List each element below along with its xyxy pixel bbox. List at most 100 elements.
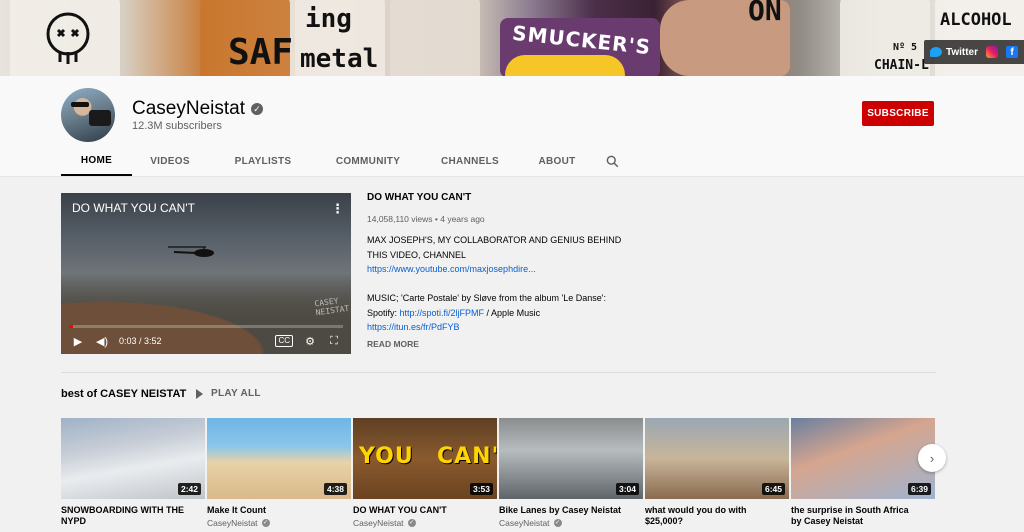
banner-text: Nº 5 [893, 42, 918, 53]
video-card[interactable]: 4:38 Make It Count CaseyNeistat ✓ [207, 418, 351, 528]
video-title-line2[interactable]: NYPD [61, 516, 205, 527]
duration-badge: 2:42 [177, 483, 201, 495]
video-title[interactable]: DO WHAT YOU CAN'T [353, 505, 497, 516]
video-card[interactable]: 6:39 the surprise in South Africa by Cas… [791, 418, 935, 528]
tab-home[interactable]: HOME [61, 146, 132, 176]
verified-icon: ✓ [553, 519, 562, 527]
player-controls: ▶ ◀) 0:03 / 3:52 CC ⚙ ⛶ [61, 328, 351, 354]
tab-videos[interactable]: VIDEOS [132, 146, 208, 176]
itunes-link[interactable]: https://itun.es/fr/PdFYB [367, 322, 460, 332]
settings-gear-icon[interactable]: ⚙ [303, 335, 317, 348]
video-shelf: 2:42 SNOWBOARDING WITH THE NYPD 4:38 Mak… [61, 418, 935, 528]
featured-description: DO WHAT YOU CAN'T 14,058,110 views • 4 y… [367, 193, 637, 349]
view-count: 14,058,110 views [367, 214, 433, 224]
verified-icon: ✓ [261, 519, 270, 527]
banner-text: ALCOHOL [940, 10, 1012, 30]
video-title[interactable]: what would you do with [645, 505, 789, 516]
twitter-icon [929, 47, 942, 57]
duration-badge: 3:04 [615, 483, 639, 495]
channel-link[interactable]: CaseyNeistat [207, 518, 258, 528]
helicopter-image [168, 246, 214, 257]
thumbnail-text: CAN'T [437, 444, 497, 469]
video-card[interactable]: 6:45 what would you do with $25,000? [645, 418, 789, 528]
section-divider [61, 372, 936, 373]
twitter-link[interactable]: Twitter [929, 46, 978, 58]
channel-name: CaseyNeistat [132, 98, 245, 119]
skull-doodle [46, 12, 90, 64]
video-title[interactable]: Make It Count [207, 505, 351, 516]
play-all-button[interactable]: PLAY ALL [196, 388, 261, 399]
banner-text: CHAIN-L [874, 58, 929, 73]
shelf-title[interactable]: best of CASEY NEISTAT [61, 388, 186, 400]
channel-title: CaseyNeistat ✓ [132, 98, 263, 120]
chevron-right-icon[interactable]: › [918, 444, 946, 472]
banner-can-band [505, 55, 625, 76]
video-title[interactable]: SNOWBOARDING WITH THE [61, 505, 205, 516]
banner-text: SAF [228, 32, 294, 73]
volume-icon[interactable]: ◀) [95, 335, 109, 348]
subscriber-count: 12.3M subscribers [132, 120, 222, 132]
video-channel[interactable]: CaseyNeistat ✓ [499, 518, 643, 528]
banner-text: ON [748, 0, 782, 27]
spotify-link[interactable]: http://spoti.fi/2ljFPMF [400, 308, 485, 318]
video-title[interactable]: Bike Lanes by Casey Neistat [499, 505, 643, 516]
video-thumbnail[interactable]: 2:42 [61, 418, 205, 499]
video-title[interactable]: the surprise in South Africa [791, 505, 935, 516]
video-thumbnail[interactable]: 3:04 [499, 418, 643, 499]
search-icon [606, 155, 618, 167]
spotify-label: Spotify: [367, 307, 400, 318]
time-display: 0:03 / 3:52 [119, 336, 162, 346]
social-links: Twitter f [923, 40, 1024, 64]
apple-music-label: / Apple Music [484, 307, 541, 318]
fullscreen-icon[interactable]: ⛶ [327, 335, 341, 348]
banner-can-label: SMUCKER'S [511, 20, 653, 60]
player-title[interactable]: DO WHAT YOU CAN'T [72, 201, 195, 215]
tab-playlists[interactable]: PLAYLISTS [208, 146, 318, 176]
description-link[interactable]: https://www.youtube.com/maxjosephdire... [367, 264, 536, 274]
more-options-icon[interactable]: ⋮ [331, 201, 344, 217]
captions-button[interactable]: CC [275, 335, 293, 347]
banner-jar [390, 0, 480, 76]
avatar-glasses [71, 102, 89, 107]
video-card[interactable]: 3:04 Bike Lanes by Casey Neistat CaseyNe… [499, 418, 643, 528]
video-channel[interactable]: CaseyNeistat ✓ [207, 518, 351, 528]
description-line: THIS VIDEO, CHANNEL [367, 249, 467, 260]
channel-link[interactable]: CaseyNeistat [353, 518, 404, 528]
verified-icon: ✓ [407, 519, 416, 527]
video-channel[interactable]: CaseyNeistat ✓ [353, 518, 497, 528]
video-title-line2[interactable]: $25,000? [645, 516, 789, 527]
tab-channels[interactable]: CHANNELS [418, 146, 522, 176]
video-card[interactable]: YOU CAN'T 3:53 DO WHAT YOU CAN'T CaseyNe… [353, 418, 497, 528]
twitter-label: Twitter [945, 46, 978, 58]
channel-banner: SMUCKER'S SAF ing metal ON ALCOHOL Nº 5 … [0, 0, 1024, 76]
avatar-camera [89, 110, 111, 126]
duration-badge: 6:45 [761, 483, 785, 495]
play-all-label: PLAY ALL [211, 388, 261, 399]
subscribe-button[interactable]: SUBSCRIBE [862, 101, 934, 126]
video-thumbnail[interactable]: 6:39 [791, 418, 935, 499]
banner-text: ing [305, 4, 352, 34]
description-line: MAX JOSEPH'S, MY COLLABORATOR AND GENIUS… [367, 235, 622, 245]
video-title-line2[interactable]: by Casey Neistat [791, 516, 935, 527]
tab-community[interactable]: COMMUNITY [318, 146, 418, 176]
featured-video-player[interactable]: DO WHAT YOU CAN'T ⋮ CASEY NEISTAT ▶ ◀) 0… [61, 193, 351, 354]
play-icon[interactable]: ▶ [71, 335, 85, 348]
tab-about[interactable]: ABOUT [522, 146, 592, 176]
duration-badge: 4:38 [323, 483, 347, 495]
avatar[interactable] [61, 88, 115, 142]
facebook-icon[interactable]: f [1006, 46, 1018, 58]
play-icon [196, 388, 203, 399]
instagram-icon[interactable] [986, 46, 998, 58]
video-card[interactable]: 2:42 SNOWBOARDING WITH THE NYPD [61, 418, 205, 528]
channel-tabs: HOME VIDEOS PLAYLISTS COMMUNITY CHANNELS… [61, 146, 632, 176]
channel-link[interactable]: CaseyNeistat [499, 518, 550, 528]
video-thumbnail[interactable]: 6:45 [645, 418, 789, 499]
video-thumbnail[interactable]: 4:38 [207, 418, 351, 499]
banner-text: metal [300, 44, 379, 74]
duration-badge: 6:39 [907, 483, 931, 495]
read-more-button[interactable]: READ MORE [367, 339, 637, 349]
featured-title[interactable]: DO WHAT YOU CAN'T [367, 193, 637, 207]
video-thumbnail[interactable]: YOU CAN'T 3:53 [353, 418, 497, 499]
channel-search-button[interactable] [592, 146, 632, 176]
description-line: MUSIC; 'Carte Postale' by Sløve from the… [367, 293, 606, 303]
